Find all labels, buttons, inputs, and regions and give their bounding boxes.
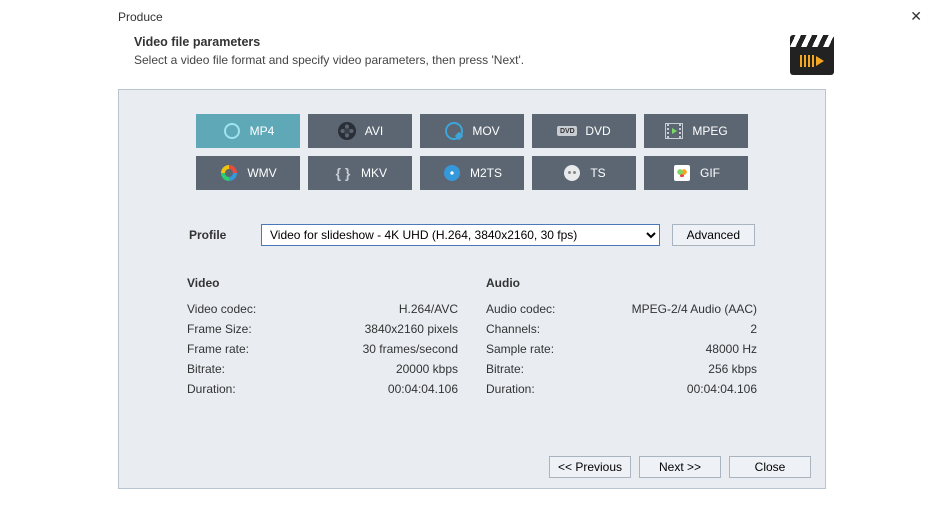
video-key: Frame Size: [187,322,252,336]
format-label: M2TS [470,166,502,180]
format-label: MKV [361,166,387,180]
format-mov-button[interactable]: MOV [420,114,524,148]
format-m2ts-button[interactable]: M2TS [420,156,524,190]
audio-key: Audio codec: [486,302,555,316]
video-value: 3840x2160 pixels [365,322,458,336]
dvd-icon: DVD [557,121,577,141]
close-icon[interactable]: ✕ [904,6,928,27]
format-mp4-button[interactable]: MP4 [196,114,300,148]
format-avi-button[interactable]: AVI [308,114,412,148]
format-grid: MP4 AVI MOV DVD DVD MPEG WMV { } MKV M2TS TS GIF [187,114,757,190]
page-heading: Video file parameters [134,35,790,49]
format-gif-button[interactable]: GIF [644,156,748,190]
quicktime-icon [444,121,464,141]
main-panel: MP4 AVI MOV DVD DVD MPEG WMV { } MKV M2TS TS GIF Pr… [118,89,826,489]
advanced-button[interactable]: Advanced [672,224,755,246]
video-value: 30 frames/second [363,342,458,356]
ts-icon [562,163,582,183]
video-row: Frame rate: 30 frames/second [187,342,458,356]
filmstrip-icon [664,121,684,141]
video-row: Video codec: H.264/AVC [187,302,458,316]
wmv-icon [219,163,239,183]
video-heading: Video [187,276,458,290]
audio-key: Channels: [486,322,540,336]
gif-icon [672,163,692,183]
audio-key: Sample rate: [486,342,554,356]
format-label: MPEG [692,124,727,138]
format-label: AVI [365,124,383,138]
mkv-icon: { } [333,163,353,183]
audio-row: Sample rate: 48000 Hz [486,342,757,356]
next-button[interactable]: Next >> [639,456,721,478]
audio-key: Duration: [486,382,535,396]
page-subheading: Select a video file format and specify v… [134,53,790,67]
audio-value: MPEG-2/4 Audio (AAC) [632,302,757,316]
audio-value: 48000 Hz [706,342,757,356]
audio-key: Bitrate: [486,362,524,376]
bluray-icon [442,163,462,183]
video-row: Bitrate: 20000 kbps [187,362,458,376]
film-reel-icon [337,121,357,141]
audio-row: Duration: 00:04:04.106 [486,382,757,396]
video-key: Video codec: [187,302,256,316]
format-label: MOV [472,124,499,138]
window-title: Produce [118,10,163,24]
format-mpeg-button[interactable]: MPEG [644,114,748,148]
format-label: DVD [585,124,610,138]
format-label: WMV [247,166,276,180]
audio-value: 2 [750,322,757,336]
format-label: GIF [700,166,720,180]
previous-button[interactable]: << Previous [549,456,631,478]
profile-select[interactable]: Video for slideshow - 4K UHD (H.264, 384… [261,224,660,246]
format-wmv-button[interactable]: WMV [196,156,300,190]
audio-value: 00:04:04.106 [687,382,757,396]
format-ts-button[interactable]: TS [532,156,636,190]
close-button[interactable]: Close [729,456,811,478]
video-key: Bitrate: [187,362,225,376]
video-row: Duration: 00:04:04.106 [187,382,458,396]
audio-heading: Audio [486,276,757,290]
format-mkv-button[interactable]: { } MKV [308,156,412,190]
format-label: MP4 [250,124,275,138]
format-dvd-button[interactable]: DVD DVD [532,114,636,148]
format-label: TS [590,166,605,180]
video-value: 20000 kbps [396,362,458,376]
video-key: Frame rate: [187,342,249,356]
video-row: Frame Size: 3840x2160 pixels [187,322,458,336]
audio-row: Bitrate: 256 kbps [486,362,757,376]
audio-row: Audio codec: MPEG-2/4 Audio (AAC) [486,302,757,316]
audio-value: 256 kbps [708,362,757,376]
profile-label: Profile [189,228,249,242]
video-value: 00:04:04.106 [388,382,458,396]
video-key: Duration: [187,382,236,396]
mp4-icon [222,121,242,141]
video-value: H.264/AVC [399,302,458,316]
clapperboard-icon [790,35,834,75]
audio-row: Channels: 2 [486,322,757,336]
